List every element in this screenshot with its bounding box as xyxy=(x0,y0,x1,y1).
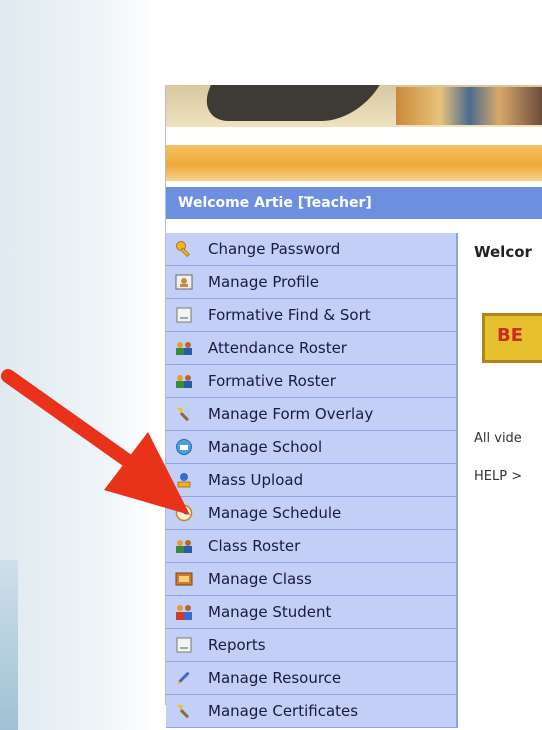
pencil-icon xyxy=(174,668,194,688)
content-welcome-heading: Welcor xyxy=(474,243,532,261)
banner-photo-collage xyxy=(396,87,542,125)
wand-icon xyxy=(174,404,194,424)
sidebar-item-manage-class[interactable]: Manage Class xyxy=(166,563,456,596)
sidebar-item-label: Attendance Roster xyxy=(208,339,347,357)
sidebar-item-manage-form-overlay[interactable]: Manage Form Overlay xyxy=(166,398,456,431)
upload-icon xyxy=(174,470,194,490)
school-icon xyxy=(174,437,194,457)
people-icon xyxy=(174,338,194,358)
sidebar-item-label: Formative Roster xyxy=(208,372,336,390)
sidebar-item-label: Manage Certificates xyxy=(208,702,359,720)
background-panel xyxy=(0,0,160,730)
videos-text: All vide xyxy=(474,431,522,446)
wand-icon xyxy=(174,701,194,721)
sidebar-item-label: Formative Find & Sort xyxy=(208,306,371,324)
sidebar-menu: Change Password Manage Profile Formative… xyxy=(166,233,458,728)
document-icon xyxy=(174,635,194,655)
sidebar-item-mass-upload[interactable]: Mass Upload xyxy=(166,464,456,497)
help-link[interactable]: HELP > xyxy=(474,469,522,484)
sidebar-item-manage-certificates[interactable]: Manage Certificates xyxy=(166,695,456,728)
sidebar-item-manage-school[interactable]: Manage School xyxy=(166,431,456,464)
profile-icon xyxy=(174,272,194,292)
class-icon xyxy=(174,569,194,589)
sidebar-item-label: Class Roster xyxy=(208,537,301,555)
begin-button[interactable]: BE xyxy=(482,313,542,363)
sidebar-item-label: Manage Class xyxy=(208,570,312,588)
sidebar-item-class-roster[interactable]: Class Roster xyxy=(166,530,456,563)
sidebar-item-label: Change Password xyxy=(208,240,341,258)
sidebar-item-formative-roster[interactable]: Formative Roster xyxy=(166,365,456,398)
document-icon xyxy=(174,305,194,325)
sidebar-item-label: Manage School xyxy=(208,438,323,456)
sidebar-item-label: Manage Student xyxy=(208,603,332,621)
clock-icon xyxy=(174,503,194,523)
sidebar-item-manage-student[interactable]: Manage Student xyxy=(166,596,456,629)
sidebar-item-manage-profile[interactable]: Manage Profile xyxy=(166,266,456,299)
sidebar-item-label: Reports xyxy=(208,636,266,654)
student-icon xyxy=(174,602,194,622)
app-frame: Welcome Artie [Teacher] Change Password … xyxy=(165,85,542,728)
sidebar-item-attendance-roster[interactable]: Attendance Roster xyxy=(166,332,456,365)
sidebar-item-formative-find-sort[interactable]: Formative Find & Sort xyxy=(166,299,456,332)
sidebar-item-label: Manage Profile xyxy=(208,273,319,291)
welcome-bar: Welcome Artie [Teacher] xyxy=(166,187,542,219)
sidebar-item-label: Manage Form Overlay xyxy=(208,405,374,423)
sidebar-item-change-password[interactable]: Change Password xyxy=(166,233,456,266)
sidebar-item-manage-resource[interactable]: Manage Resource xyxy=(166,662,456,695)
people-icon xyxy=(174,371,194,391)
banner-logo-shape xyxy=(197,85,385,121)
key-icon xyxy=(174,239,194,259)
begin-button-label: BE xyxy=(497,325,524,346)
sidebar-item-manage-schedule[interactable]: Manage Schedule xyxy=(166,497,456,530)
sidebar-item-label: Mass Upload xyxy=(208,471,304,489)
people-icon xyxy=(174,536,194,556)
sidebar-item-reports[interactable]: Reports xyxy=(166,629,456,662)
main-content: Welcor BE All vide HELP > xyxy=(458,233,542,703)
sidebar-item-label: Manage Resource xyxy=(208,669,342,687)
welcome-text: Welcome Artie [Teacher] xyxy=(178,195,372,211)
gold-header-bar xyxy=(166,145,542,181)
sidebar-item-label: Manage Schedule xyxy=(208,504,342,522)
header-banner xyxy=(166,85,542,127)
